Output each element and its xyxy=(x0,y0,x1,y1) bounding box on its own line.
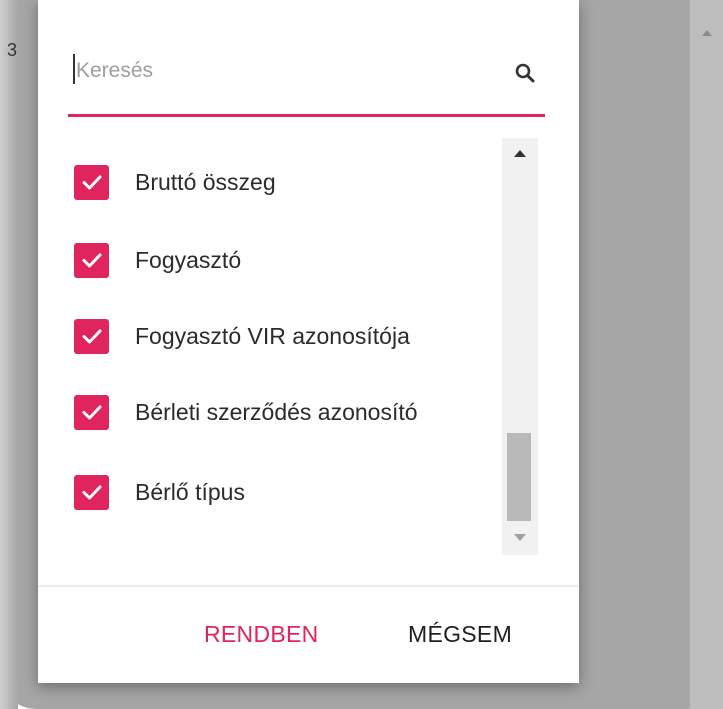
column-list: Bruttó összeg Fogyasztó Fogyasztó VIR az… xyxy=(68,136,538,556)
column-selector-dialog: Bruttó összeg Fogyasztó Fogyasztó VIR az… xyxy=(38,0,579,683)
list-item-label: Fogyasztó xyxy=(135,246,242,273)
check-icon xyxy=(82,485,101,500)
search-input[interactable] xyxy=(74,54,498,88)
check-icon xyxy=(82,175,101,190)
list-item-label: Bruttó összeg xyxy=(135,168,276,195)
background-scrollbar xyxy=(690,0,723,709)
checkbox-checked[interactable] xyxy=(74,318,109,354)
list-item-label: Bérleti szerződés azonosító xyxy=(135,398,418,425)
search-field xyxy=(68,40,545,117)
list-item-label: Bérlő típus xyxy=(135,478,245,505)
footer-divider xyxy=(38,585,579,587)
search-icon[interactable] xyxy=(513,61,537,85)
backdrop-edge xyxy=(0,0,18,709)
background-scroll-up-icon xyxy=(702,30,712,36)
list-item[interactable]: Fogyasztó VIR azonosítója xyxy=(74,316,494,356)
list-item[interactable]: Fogyasztó xyxy=(74,240,494,280)
scroll-down-icon[interactable] xyxy=(514,534,526,541)
check-icon xyxy=(82,405,101,420)
text-cursor xyxy=(73,54,75,84)
list-item[interactable]: Bruttó összeg xyxy=(74,162,494,202)
cancel-button[interactable]: MÉGSEM xyxy=(408,614,512,654)
checkbox-checked[interactable] xyxy=(74,242,109,278)
background-row-number: 3 xyxy=(7,40,18,60)
list-item[interactable]: Bérlő típus xyxy=(74,472,494,512)
list-scrollbar[interactable] xyxy=(502,138,538,555)
list-item-label: Fogyasztó VIR azonosítója xyxy=(135,322,410,349)
checkbox-checked[interactable] xyxy=(74,394,109,430)
checkbox-checked[interactable] xyxy=(74,474,109,510)
scroll-up-icon[interactable] xyxy=(514,150,526,157)
check-icon xyxy=(82,253,101,268)
ok-button[interactable]: RENDBEN xyxy=(204,614,319,654)
list-item[interactable]: Bérleti szerződés azonosító xyxy=(74,392,494,432)
check-icon xyxy=(82,329,101,344)
scroll-thumb[interactable] xyxy=(507,433,531,521)
checkbox-checked[interactable] xyxy=(74,164,109,200)
